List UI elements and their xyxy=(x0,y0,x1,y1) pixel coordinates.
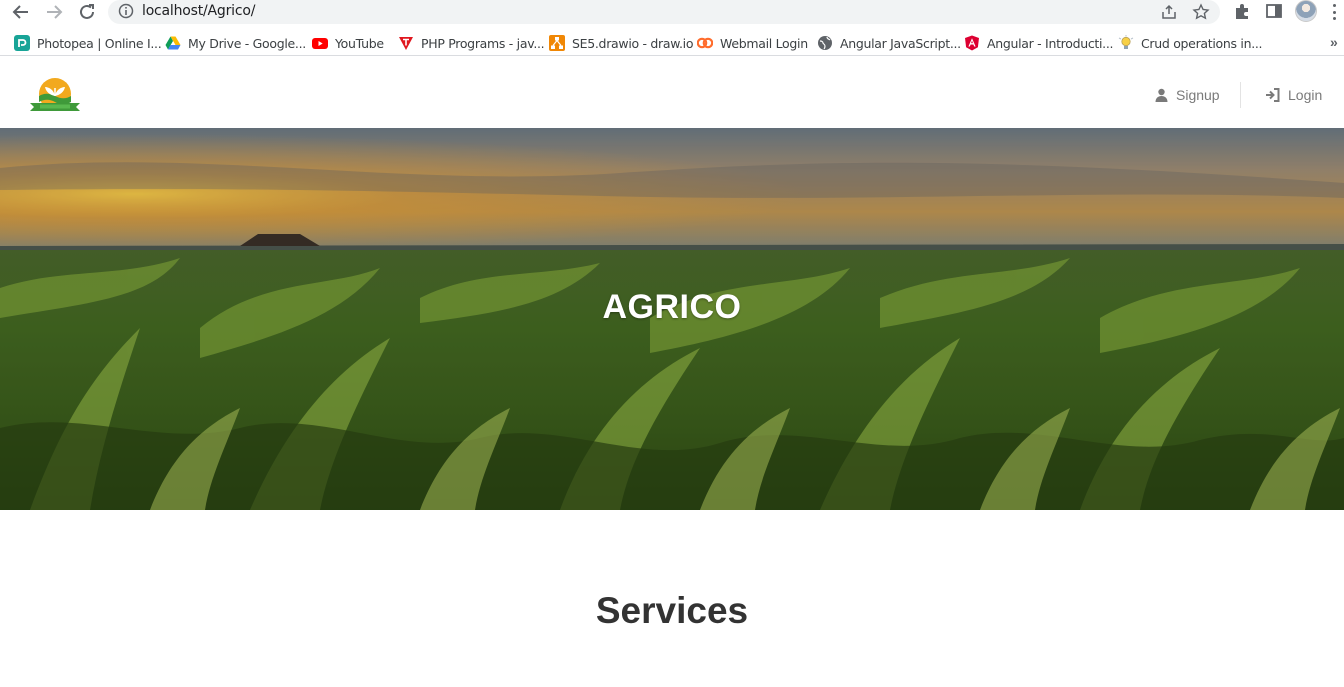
bookmarks-bar: Photopea | Online I... My Drive - Google… xyxy=(0,30,1344,56)
browser-menu-icon[interactable] xyxy=(1332,4,1336,20)
bookmark-item[interactable]: Photopea | Online I... xyxy=(14,34,162,52)
url-text[interactable]: localhost/Agrico/ xyxy=(142,3,255,19)
bulb-icon xyxy=(1118,35,1134,51)
bookmark-item[interactable]: Webmail Login xyxy=(697,34,808,52)
youtube-icon xyxy=(312,35,328,51)
login-link[interactable]: Login xyxy=(1265,87,1322,103)
sign-in-icon xyxy=(1266,88,1280,102)
hero-title: AGRICO xyxy=(602,288,742,326)
bookmark-item[interactable]: Angular - Introducti... xyxy=(964,34,1114,52)
bookmark-star-icon[interactable] xyxy=(1192,3,1210,26)
bookmark-item[interactable]: SE5.drawio - draw.io xyxy=(549,34,694,52)
header-divider xyxy=(1240,82,1241,108)
more-bookmarks-button[interactable]: » xyxy=(1330,34,1338,50)
agrico-logo[interactable] xyxy=(28,76,82,114)
signup-link[interactable]: Signup xyxy=(1155,87,1220,103)
tpoint-icon xyxy=(398,35,414,51)
google-drive-icon xyxy=(165,35,181,51)
globe-icon xyxy=(817,35,833,51)
site-info-icon[interactable] xyxy=(118,3,134,24)
site-header: Signup Login xyxy=(0,62,1344,128)
reload-icon[interactable] xyxy=(75,0,99,24)
profile-avatar[interactable] xyxy=(1295,0,1317,22)
bookmark-item[interactable]: YouTube xyxy=(312,34,384,52)
photopea-icon xyxy=(14,35,30,51)
signup-label: Signup xyxy=(1176,87,1220,103)
forward-icon[interactable] xyxy=(42,0,66,24)
bookmark-item[interactable]: My Drive - Google... xyxy=(165,34,306,52)
login-label: Login xyxy=(1288,87,1323,103)
back-icon[interactable] xyxy=(9,0,33,24)
services-heading: Services xyxy=(595,590,749,631)
cpanel-icon xyxy=(697,35,713,51)
drawio-icon xyxy=(549,35,565,51)
bookmark-item[interactable]: Crud operations in... xyxy=(1118,34,1263,52)
share-icon[interactable] xyxy=(1160,3,1178,26)
user-icon xyxy=(1155,88,1168,102)
bookmark-item[interactable]: Angular JavaScript... xyxy=(817,34,961,52)
address-bar[interactable]: localhost/Agrico/ xyxy=(108,0,1220,24)
bookmark-item[interactable]: PHP Programs - jav... xyxy=(398,34,545,52)
hero-banner: AGRICO xyxy=(0,128,1344,510)
browser-toolbar: localhost/Agrico/ xyxy=(0,0,1344,26)
angular-icon xyxy=(964,35,980,51)
side-panel-icon[interactable] xyxy=(1265,2,1283,25)
extensions-icon[interactable] xyxy=(1233,2,1251,25)
